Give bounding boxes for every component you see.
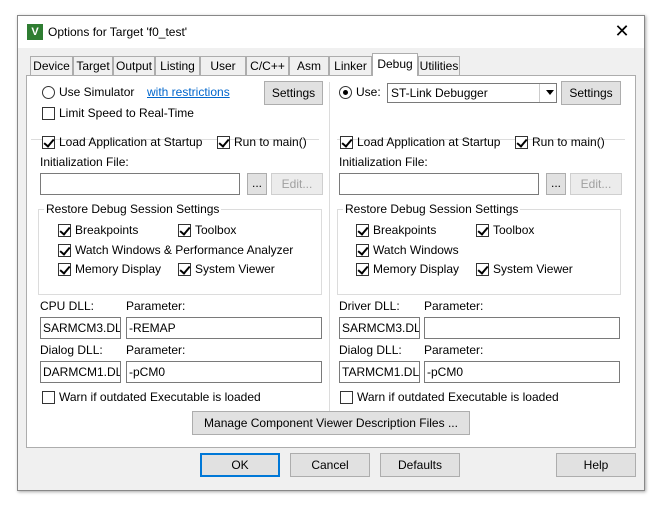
right-breakpoints-label: Breakpoints (373, 223, 437, 237)
keil-app-icon: V (27, 24, 43, 40)
tab-target[interactable]: Target (73, 56, 113, 75)
init-file-browse-button[interactable]: ... (247, 173, 267, 195)
close-icon[interactable]: ✕ (600, 16, 644, 48)
ok-button[interactable]: OK (200, 453, 280, 477)
right-dialog-param-label: Parameter: (424, 343, 484, 357)
right-memory-display-label: Memory Display (373, 262, 460, 276)
debugger-select-separator (539, 84, 540, 102)
use-debugger-radio[interactable] (339, 86, 352, 99)
driver-param-label: Parameter: (424, 299, 484, 313)
tab-c-cpp[interactable]: C/C++ (246, 56, 289, 75)
tab-utilities[interactable]: Utilities (418, 56, 460, 75)
tab-asm[interactable]: Asm (289, 56, 329, 75)
debugger-select-value: ST-Link Debugger (391, 86, 488, 100)
right-dialog-dll-input[interactable]: TARMCM1.DLL (339, 361, 420, 383)
cpu-dll-input[interactable]: SARMCM3.DLL (40, 317, 121, 339)
right-dialog-param-input[interactable]: -pCM0 (424, 361, 620, 383)
use-label: Use: (356, 85, 381, 99)
window-title: Options for Target 'f0_test' (48, 25, 188, 39)
debugger-settings-button[interactable]: Settings (561, 81, 621, 105)
right-init-file-label: Initialization File: (339, 155, 428, 169)
right-system-viewer-label: System Viewer (493, 262, 573, 276)
right-init-file-edit-button[interactable]: Edit... (570, 173, 622, 195)
title-bar: V Options for Target 'f0_test' ✕ (18, 16, 644, 48)
right-system-viewer-checkbox[interactable] (476, 263, 489, 276)
cpu-dll-label: CPU DLL: (40, 299, 95, 313)
system-viewer-checkbox[interactable] (178, 263, 191, 276)
tab-device[interactable]: Device (30, 56, 73, 75)
driver-dll-label: Driver DLL: (339, 299, 400, 313)
warn-outdated-label: Warn if outdated Executable is loaded (59, 390, 261, 404)
memory-display-label: Memory Display (75, 262, 162, 276)
init-file-label: Initialization File: (40, 155, 129, 169)
right-toolbox-label: Toolbox (493, 223, 535, 237)
limit-speed-label: Limit Speed to Real-Time (59, 106, 194, 120)
dialog-param-label: Parameter: (126, 343, 186, 357)
right-run-to-main-label: Run to main() (532, 135, 605, 149)
right-warn-outdated-label: Warn if outdated Executable is loaded (357, 390, 559, 404)
right-restore-settings-title: Restore Debug Session Settings (343, 202, 521, 216)
right-init-file-browse-button[interactable]: ... (546, 173, 566, 195)
watch-windows-checkbox[interactable] (58, 244, 71, 257)
use-simulator-radio[interactable] (42, 86, 55, 99)
cancel-button[interactable]: Cancel (290, 453, 370, 477)
tab-output[interactable]: Output (113, 56, 155, 75)
right-memory-display-checkbox[interactable] (356, 263, 369, 276)
init-file-edit-button[interactable]: Edit... (271, 173, 323, 195)
help-button[interactable]: Help (556, 453, 636, 477)
right-load-app-checkbox[interactable] (340, 136, 353, 149)
cpu-param-input[interactable]: -REMAP (126, 317, 322, 339)
tab-listing[interactable]: Listing (155, 56, 200, 75)
cpu-param-label: Parameter: (126, 299, 186, 313)
right-load-app-label: Load Application at Startup (357, 135, 501, 149)
toolbox-checkbox[interactable] (178, 224, 191, 237)
driver-dll-input[interactable]: SARMCM3.DLL (339, 317, 420, 339)
tab-linker[interactable]: Linker (329, 56, 372, 75)
manage-component-viewer-button[interactable]: Manage Component Viewer Description File… (192, 411, 470, 435)
dialog-dll-input[interactable]: DARMCM1.DLL (40, 361, 121, 383)
simulator-settings-button[interactable]: Settings (264, 81, 323, 105)
chevron-down-icon[interactable] (546, 90, 554, 95)
system-viewer-label: System Viewer (195, 262, 275, 276)
options-dialog: V Options for Target 'f0_test' ✕ Device … (17, 15, 645, 491)
right-run-to-main-checkbox[interactable] (515, 136, 528, 149)
restore-settings-title: Restore Debug Session Settings (44, 202, 222, 216)
debug-panel: Use Simulator with restrictions Settings… (26, 75, 636, 448)
right-dialog-dll-label: Dialog DLL: (339, 343, 402, 357)
run-to-main-label: Run to main() (234, 135, 307, 149)
memory-display-checkbox[interactable] (58, 263, 71, 276)
tab-debug[interactable]: Debug (372, 53, 418, 76)
driver-param-input[interactable] (424, 317, 620, 339)
right-init-file-input[interactable] (339, 173, 539, 195)
right-watch-windows-checkbox[interactable] (356, 244, 369, 257)
right-watch-windows-label: Watch Windows (373, 243, 459, 257)
column-divider (329, 82, 330, 419)
load-app-label: Load Application at Startup (59, 135, 203, 149)
defaults-button[interactable]: Defaults (380, 453, 460, 477)
right-toolbox-checkbox[interactable] (476, 224, 489, 237)
right-breakpoints-checkbox[interactable] (356, 224, 369, 237)
dialog-dll-label: Dialog DLL: (40, 343, 103, 357)
tab-user[interactable]: User (200, 56, 246, 75)
restrictions-link[interactable]: with restrictions (147, 85, 230, 99)
init-file-input[interactable] (40, 173, 240, 195)
limit-speed-checkbox[interactable] (42, 107, 55, 120)
breakpoints-label: Breakpoints (75, 223, 139, 237)
breakpoints-checkbox[interactable] (58, 224, 71, 237)
dialog-param-input[interactable]: -pCM0 (126, 361, 322, 383)
debugger-select[interactable]: ST-Link Debugger (387, 83, 557, 103)
use-simulator-label: Use Simulator (59, 85, 135, 99)
run-to-main-checkbox[interactable] (217, 136, 230, 149)
right-warn-outdated-checkbox[interactable] (340, 391, 353, 404)
watch-windows-label: Watch Windows & Performance Analyzer (75, 243, 294, 257)
toolbox-label: Toolbox (195, 223, 237, 237)
load-app-checkbox[interactable] (42, 136, 55, 149)
warn-outdated-checkbox[interactable] (42, 391, 55, 404)
